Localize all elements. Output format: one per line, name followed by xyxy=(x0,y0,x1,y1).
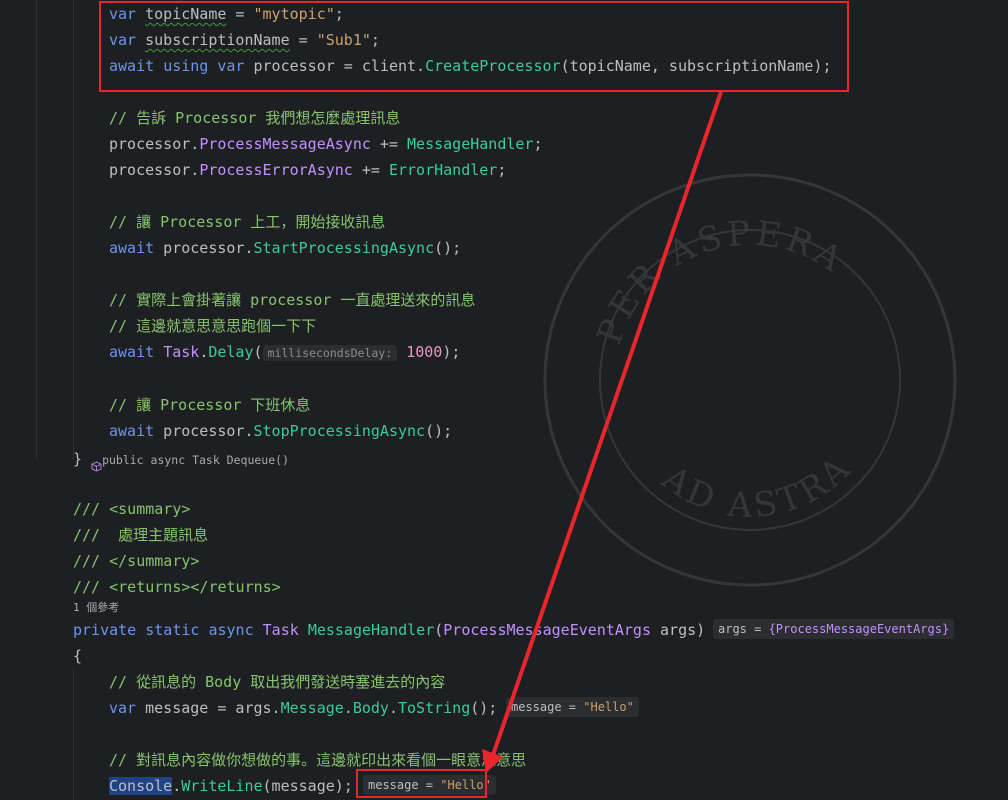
annotation-arrow xyxy=(482,91,723,773)
code-editor[interactable]: PER ASPERA AD ASTRA var topicName = "myt… xyxy=(0,0,1008,800)
